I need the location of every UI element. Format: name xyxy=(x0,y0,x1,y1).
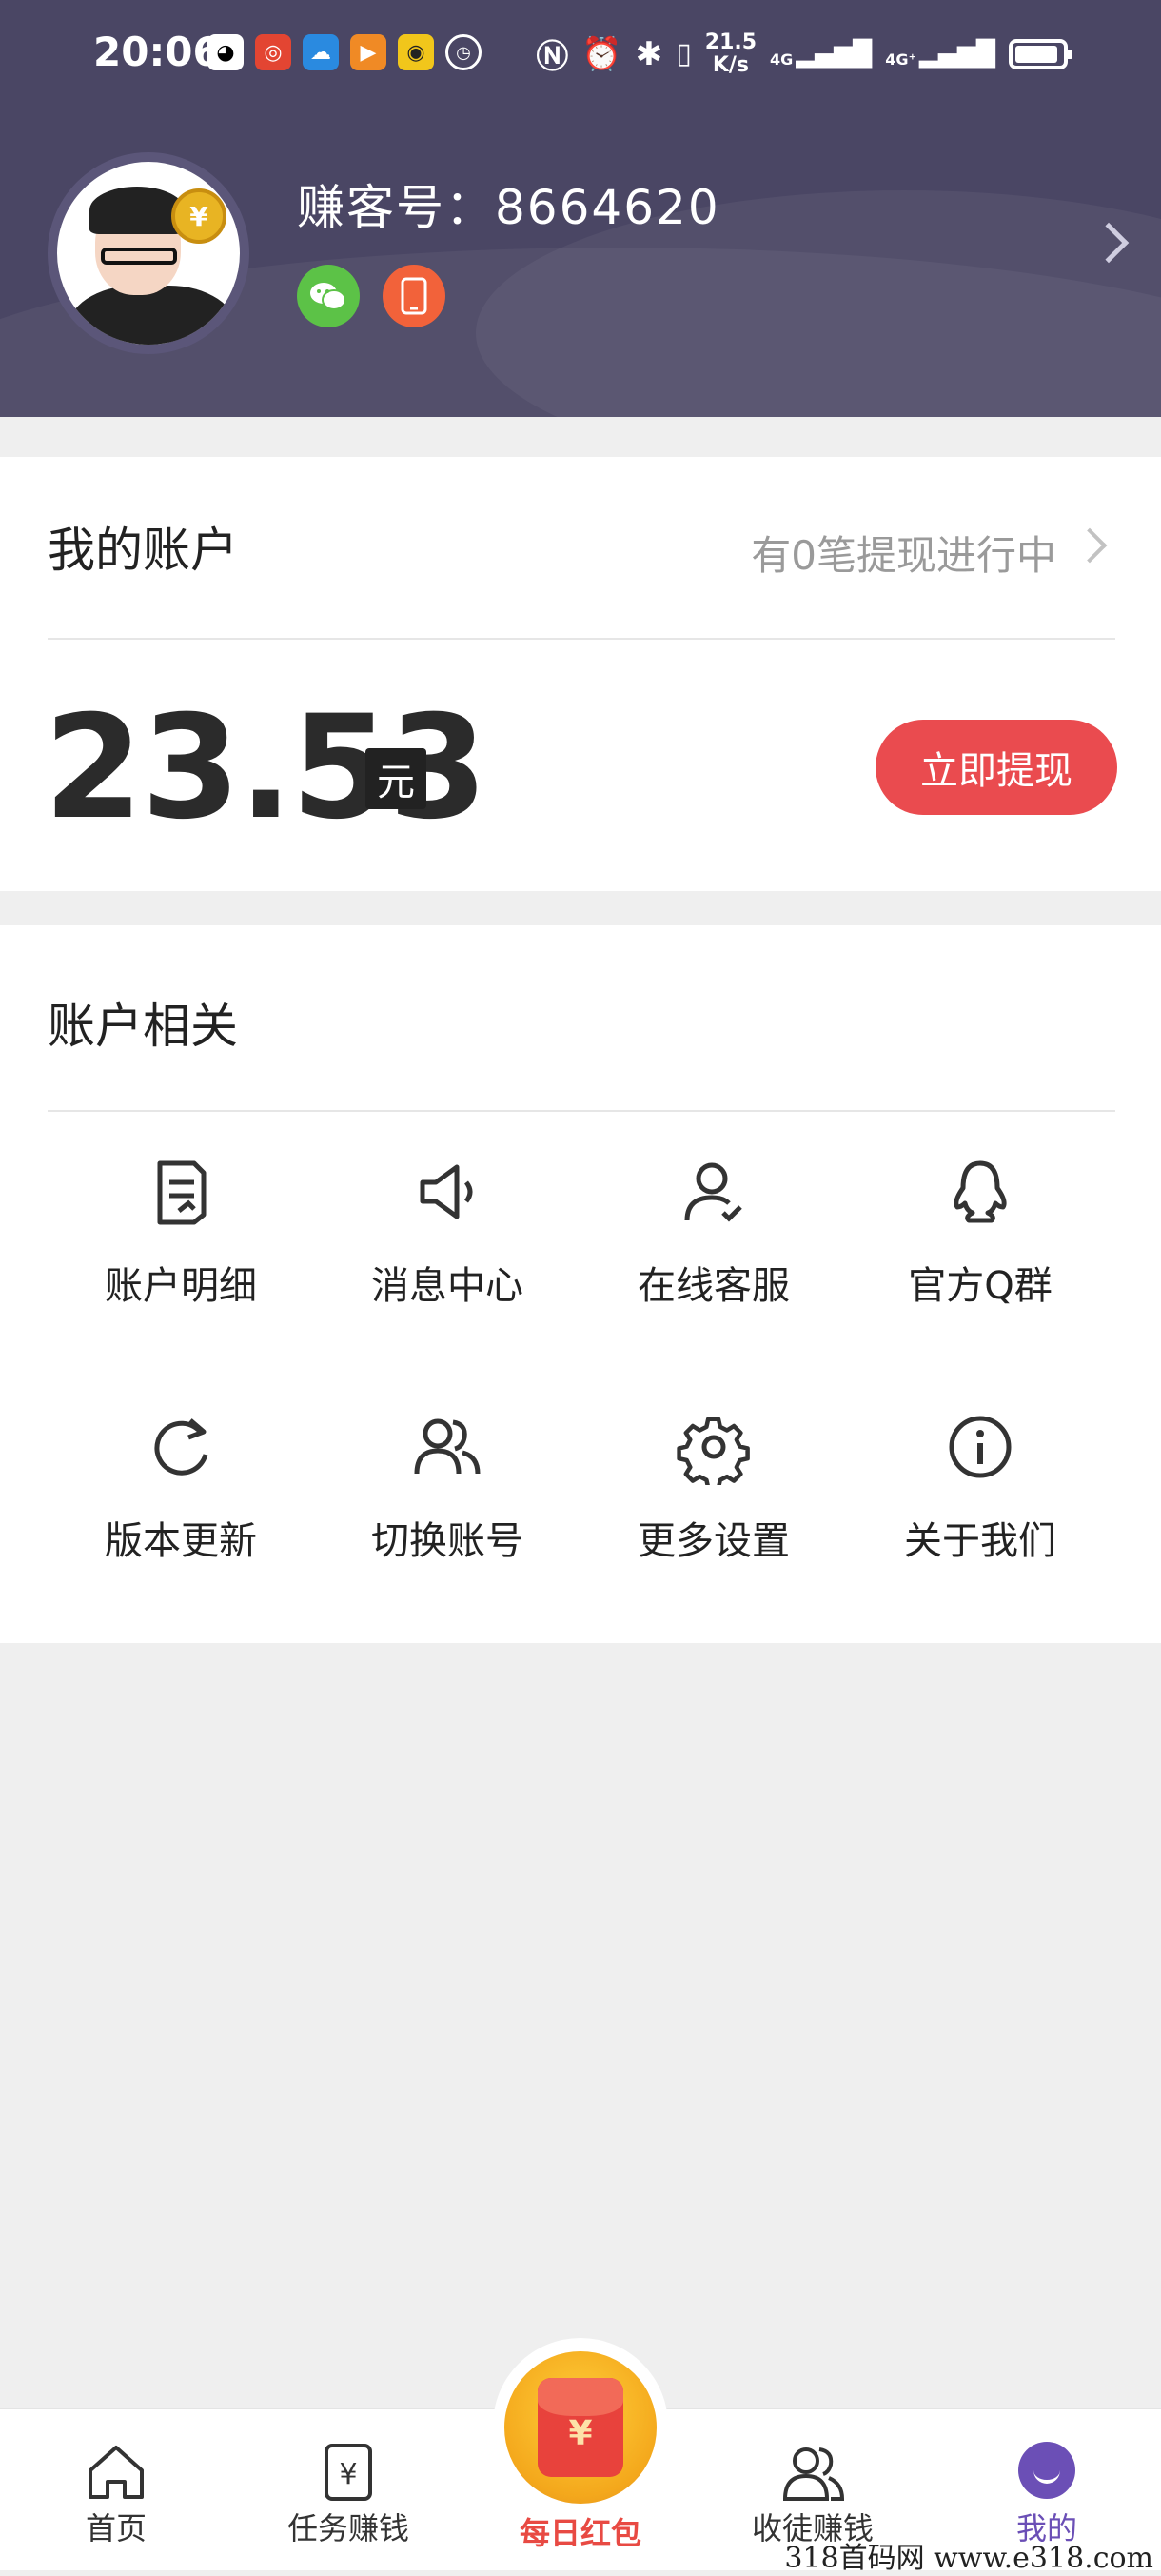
status-indicators: Ⓝ ⏰ ✱ ▯ 21.5 K/s 4G ▂▄▆█ 4G⁺ ▂▄▆█ xyxy=(536,30,1072,77)
nav-item-home[interactable]: 首页 xyxy=(21,2438,211,2548)
withdraw-button[interactable]: 立即提现 xyxy=(876,720,1117,815)
weibo-icon: ◎ xyxy=(255,34,291,70)
chevron-right-icon[interactable] xyxy=(1072,527,1108,564)
info-icon xyxy=(949,1416,1012,1478)
daily-red-envelope-button[interactable]: ¥ xyxy=(504,2351,657,2504)
currency-badge: 元 xyxy=(365,748,426,809)
signal-2: 4G⁺ ▂▄▆█ xyxy=(885,40,995,69)
nav-item-mine[interactable]: 我的 xyxy=(952,2438,1142,2548)
pending-withdrawals[interactable]: 有0笔提现进行中 xyxy=(751,524,1056,582)
weather-icon: ☁ xyxy=(303,34,339,70)
grid-item-message-center[interactable]: 消息中心 xyxy=(314,1154,580,1344)
refresh-icon xyxy=(154,1418,208,1476)
megaphone-icon xyxy=(420,1164,473,1219)
battery-icon xyxy=(1009,38,1072,69)
watermark: 318首码网 www.e318.com xyxy=(784,2542,1153,2575)
signal-1-label: 4G xyxy=(770,50,794,69)
account-title: 我的账户 xyxy=(48,523,238,578)
nav-item-tasks[interactable]: ¥ 任务赚钱 xyxy=(253,2438,443,2548)
net-speed-unit: K/s xyxy=(712,52,749,77)
apprentice-icon xyxy=(782,2447,845,2501)
grid-item-account-details[interactable]: 账户明细 xyxy=(48,1154,314,1344)
divider xyxy=(48,638,1115,640)
grid-item-switch-account[interactable]: 切换账号 xyxy=(314,1409,580,1599)
document-icon xyxy=(157,1160,207,1225)
avatar-body xyxy=(67,286,238,345)
svg-text:¥: ¥ xyxy=(339,2458,357,2491)
grid-item-more-settings[interactable]: 更多设置 xyxy=(580,1409,847,1599)
net-speed: 21.5 K/s xyxy=(704,30,758,77)
grid-item-about-us[interactable]: 关于我们 xyxy=(847,1409,1113,1599)
signal-1: 4G ▂▄▆█ xyxy=(770,40,872,69)
alarm-icon: ⏰ xyxy=(581,34,622,73)
grid-label: 消息中心 xyxy=(371,1264,523,1308)
phone-icon[interactable] xyxy=(383,265,445,327)
video-icon: ▶ xyxy=(350,34,386,70)
grid-item-official-qq-group[interactable]: 官方Q群 xyxy=(847,1154,1113,1344)
status-bar: 20:06 ◕ ◎ ☁ ▶ ◉ ◷ Ⓝ ⏰ ✱ ▯ 21.5 K/s 4G ▂▄… xyxy=(0,29,1161,86)
divider xyxy=(48,1110,1115,1112)
net-speed-value: 21.5 xyxy=(704,30,758,54)
wechat-icon[interactable] xyxy=(297,265,360,327)
related-title: 账户相关 xyxy=(48,999,238,1054)
profile-header: 20:06 ◕ ◎ ☁ ▶ ◉ ◷ Ⓝ ⏰ ✱ ▯ 21.5 K/s 4G ▂▄… xyxy=(0,0,1161,417)
grid-label: 版本更新 xyxy=(105,1519,257,1563)
signal-bars-icon-2: ▂▄▆█ xyxy=(919,39,995,69)
signal-bars-icon: ▂▄▆█ xyxy=(796,39,873,69)
coin-icon: ¥ xyxy=(171,188,226,244)
task-money-icon: ¥ xyxy=(325,2444,372,2501)
nav-label-home: 首页 xyxy=(85,2510,147,2546)
clock-badge-icon: ◷ xyxy=(445,34,482,70)
vibrate-icon: ▯ xyxy=(676,37,692,70)
avatar[interactable]: ¥ xyxy=(48,152,249,354)
red-envelope-icon: ¥ xyxy=(538,2378,623,2477)
status-time: 20:06 xyxy=(93,29,221,75)
bluetooth-icon: ✱ xyxy=(635,34,663,73)
avatar-hair xyxy=(89,187,185,234)
avatar-glasses xyxy=(101,248,177,265)
status-app-icons: ◕ ◎ ☁ ▶ ◉ ◷ xyxy=(207,34,482,70)
mine-icon xyxy=(1018,2442,1075,2499)
grid-label: 切换账号 xyxy=(371,1519,523,1563)
qq-penguin-icon xyxy=(954,1160,1007,1223)
grid-label: 关于我们 xyxy=(904,1519,1056,1563)
account-id: 赚客号：8664620 xyxy=(297,180,720,235)
signal-2-label: 4G⁺ xyxy=(885,50,917,69)
grid-label: 更多设置 xyxy=(638,1519,790,1563)
grid-item-version-update[interactable]: 版本更新 xyxy=(48,1409,314,1599)
users-icon xyxy=(414,1418,481,1475)
account-related-card: 账户相关 账户明细 消息中心 在线客服 官方Q群 版本更新 切换账号 更多设置 … xyxy=(0,925,1161,1643)
nfc-icon: Ⓝ xyxy=(536,38,569,76)
grid-label: 账户明细 xyxy=(105,1264,257,1308)
nav-item-apprentice[interactable]: 收徒赚钱 xyxy=(718,2438,908,2548)
nav-label-daily-red-envelope[interactable]: 每日红包 xyxy=(485,2509,676,2553)
account-card: 我的账户 有0笔提现进行中 23.53 元 立即提现 xyxy=(0,457,1161,891)
grid-label: 官方Q群 xyxy=(908,1264,1053,1308)
qq-icon: ◕ xyxy=(207,34,244,70)
grid-label: 在线客服 xyxy=(638,1264,790,1308)
grid-item-online-support[interactable]: 在线客服 xyxy=(580,1154,847,1344)
game-icon: ◉ xyxy=(398,34,434,70)
gear-icon xyxy=(677,1417,750,1485)
support-user-icon xyxy=(684,1162,742,1222)
home-icon xyxy=(89,2446,144,2499)
nav-label-tasks: 任务赚钱 xyxy=(286,2510,409,2546)
